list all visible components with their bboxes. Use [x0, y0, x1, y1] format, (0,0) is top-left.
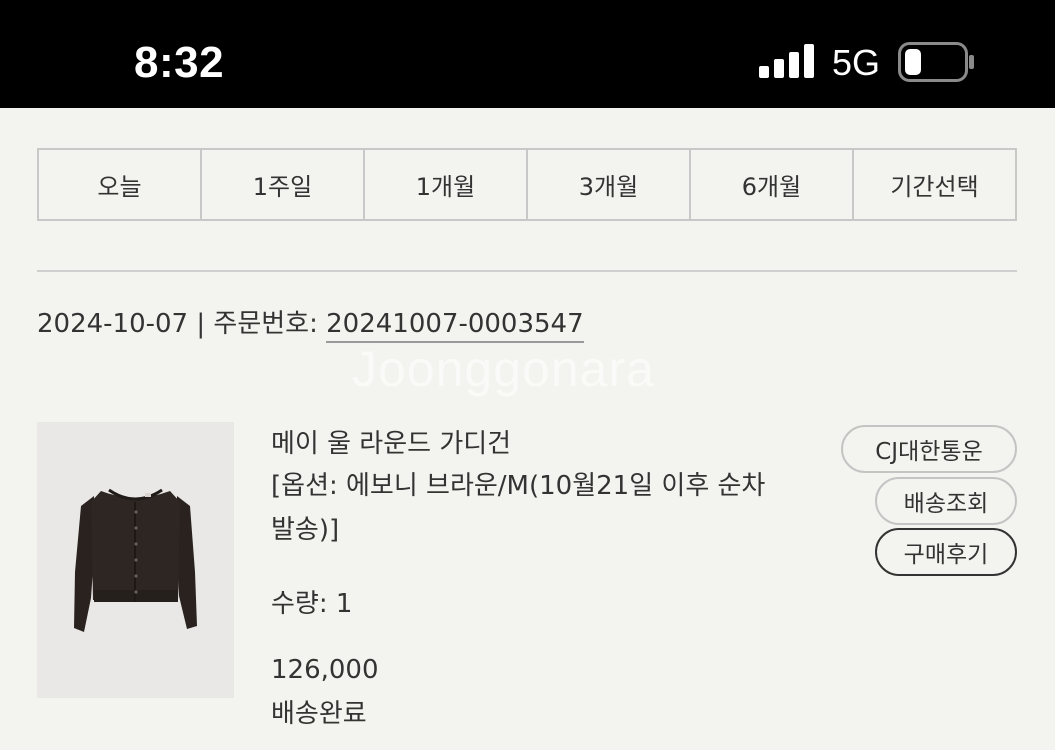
period-filter-tabs: 오늘 1주일 1개월 3개월 6개월 기간선택 [37, 148, 1017, 221]
watermark: Joonggonara [352, 341, 655, 397]
tab-6-months[interactable]: 6개월 [691, 150, 854, 219]
order-number-link[interactable]: 20241007-0003547 [326, 309, 584, 343]
product-quantity: 수량: 1 [271, 589, 353, 619]
cardigan-image [37, 422, 234, 698]
order-header: 2024-10-07 | 주문번호: 20241007-0003547 [37, 305, 584, 343]
tab-1-week[interactable]: 1주일 [202, 150, 365, 219]
signal-bars-icon [759, 44, 814, 78]
track-delivery-button[interactable]: 배송조회 [875, 477, 1017, 525]
status-time: 8:32 [134, 38, 225, 87]
battery-low-icon [898, 42, 974, 82]
order-number-label: 주문번호: [213, 309, 327, 339]
tab-3-months[interactable]: 3개월 [528, 150, 691, 219]
product-image[interactable] [37, 422, 234, 698]
product-info: 메이 울 라운드 가디건 [옵션: 에보니 브라운/M(10월21일 이후 순차… [271, 424, 791, 729]
tab-custom-period[interactable]: 기간선택 [854, 150, 1015, 219]
tab-today[interactable]: 오늘 [39, 150, 202, 219]
product-price: 126,000 [271, 655, 379, 685]
delivery-status: 배송완료 [271, 699, 367, 729]
status-bar: 8:32 5G [0, 0, 1055, 108]
section-divider [37, 270, 1017, 272]
network-label: 5G [832, 42, 881, 83]
order-separator: | [188, 309, 214, 339]
product-option: [옵션: 에보니 브라운/M(10월21일 이후 순차발송)] [271, 471, 766, 545]
carrier-button[interactable]: CJ대한통운 [841, 425, 1017, 473]
product-name[interactable]: 메이 울 라운드 가디건 [271, 424, 791, 464]
order-date: 2024-10-07 [37, 309, 189, 339]
write-review-button[interactable]: 구매후기 [875, 528, 1017, 576]
tab-1-month[interactable]: 1개월 [365, 150, 528, 219]
